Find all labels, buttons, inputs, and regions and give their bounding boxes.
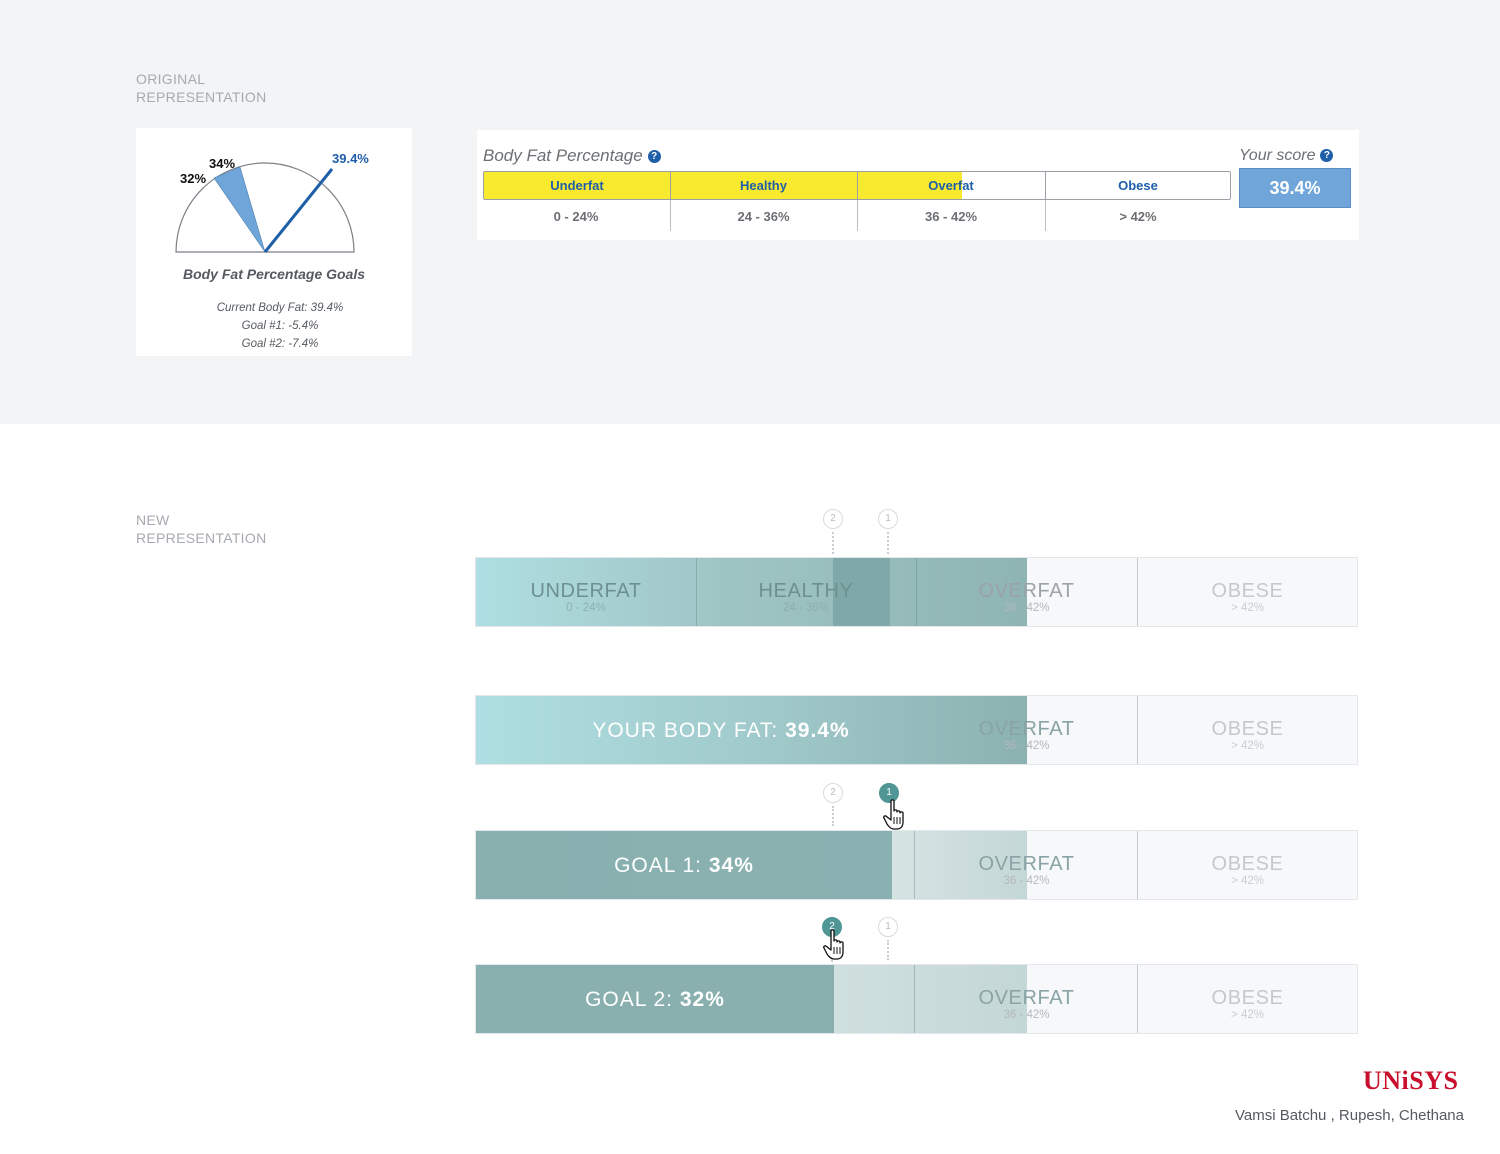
- score-title: Your score?: [1239, 147, 1334, 165]
- category-overfat: OVERFAT: [978, 853, 1075, 875]
- category-obese: OBESE: [1211, 987, 1284, 1009]
- gauge-label-current: 39.4%: [332, 151, 369, 166]
- bar-title: Body Fat Percentage?: [483, 146, 661, 166]
- marker-guide: [887, 940, 889, 960]
- category-divider: [914, 831, 915, 899]
- category-obese-range: > 42%: [1231, 875, 1264, 887]
- category-bar: UNDERFAT 0 - 24% HEALTHY 24 - 36% OVERFA…: [475, 557, 1358, 627]
- new-section-label: NEW REPRESENTATION: [136, 512, 267, 546]
- goal-1-marker[interactable]: 1: [878, 917, 898, 937]
- gauge-line-current: Current Body Fat: 39.4%: [216, 302, 344, 314]
- category-divider: [914, 965, 915, 1033]
- segment-overfat: Overfat: [928, 178, 974, 193]
- range-obese: > 42%: [1119, 209, 1157, 224]
- category-overfat-range: 36 - 42%: [1003, 875, 1050, 887]
- category-obese-range: > 42%: [1231, 740, 1264, 752]
- original-bar-card: Body Fat Percentage? Your score? 39.4% U…: [477, 130, 1359, 240]
- gauge-chart: 32% 34% 39.4%: [175, 151, 369, 253]
- segment-obese: Obese: [1118, 178, 1158, 193]
- category-obese-range: > 42%: [1231, 602, 1264, 614]
- score-value: 39.4%: [1239, 168, 1351, 208]
- category-overfat-range: 36 - 42%: [1003, 740, 1050, 752]
- credits: Vamsi Batchu , Rupesh, Chethana: [1234, 1107, 1464, 1124]
- range-healthy: 24 - 36%: [737, 209, 790, 224]
- marker-guide: [887, 532, 889, 554]
- category-obese: OBESE: [1211, 853, 1284, 875]
- category-obese-range: > 42%: [1231, 1009, 1264, 1021]
- category-healthy: HEALTHY: [758, 580, 854, 602]
- help-icon[interactable]: ?: [1320, 149, 1334, 162]
- your-body-fat-label: YOUR BODY FAT: 39.4%: [592, 719, 850, 742]
- goal-2-bar: OVERFAT 36 - 42% OBESE > 42% GOAL 2: 32%: [475, 964, 1358, 1034]
- hand-cursor-icon: [883, 799, 904, 830]
- goal-1-label: GOAL 1: 34%: [614, 854, 754, 877]
- current-needle: [263, 168, 334, 253]
- gauge-line-goal1: Goal #1: -5.4%: [241, 320, 319, 332]
- category-overfat-range: 36 - 42%: [1003, 1009, 1050, 1021]
- range-underfat: 0 - 24%: [553, 209, 599, 224]
- original-range-bar: Underfat Healthy Overfat Obese: [483, 171, 1231, 200]
- help-icon[interactable]: ?: [647, 150, 661, 163]
- gauge-caption: Body Fat Percentage Goals: [182, 266, 366, 282]
- gauge-label-goal2: 32%: [180, 171, 206, 186]
- goal-2-marker[interactable]: 2: [823, 509, 843, 529]
- gauge-card: 32% 34% 39.4% Body Fat Percentage Goals …: [136, 128, 412, 356]
- category-obese: OBESE: [1211, 718, 1284, 740]
- category-overfat: OVERFAT: [978, 580, 1075, 602]
- category-overfat: OVERFAT: [978, 987, 1075, 1009]
- goal-2-marker[interactable]: 2: [823, 783, 843, 803]
- segment-underfat: Underfat: [550, 178, 604, 193]
- goal-wedge: [213, 166, 266, 253]
- category-obese: OBESE: [1211, 580, 1284, 602]
- gauge-details: Current Body Fat: 39.4% Goal #1: -5.4% G…: [136, 299, 424, 353]
- segment-healthy: Healthy: [740, 178, 787, 193]
- marker-guide: [832, 806, 834, 826]
- gauge-line-goal2: Goal #2: -7.4%: [241, 338, 319, 350]
- category-underfat: UNDERFAT: [530, 580, 642, 602]
- range-overfat: 36 - 42%: [924, 209, 978, 224]
- goal-1-marker[interactable]: 1: [878, 509, 898, 529]
- category-healthy-range: 24 - 36%: [782, 602, 830, 614]
- category-overfat-range: 36 - 42%: [1003, 602, 1050, 614]
- category-overfat: OVERFAT: [978, 718, 1075, 740]
- goal-1-bar: OVERFAT 36 - 42% OBESE > 42% GOAL 1: 34%: [475, 830, 1358, 900]
- unisys-logo: UNiSYS: [1363, 1066, 1459, 1095]
- your-body-fat-bar: OVERFAT 36 - 42% OBESE > 42% YOUR BODY F…: [475, 695, 1358, 765]
- original-section-label: ORIGINAL REPRESENTATION: [136, 71, 267, 105]
- category-underfat-range: 0 - 24%: [566, 602, 606, 614]
- marker-guide: [832, 532, 834, 554]
- goal-2-label: GOAL 2: 32%: [585, 988, 725, 1011]
- hand-cursor-icon: [823, 929, 844, 960]
- gauge-label-goal1: 34%: [209, 156, 235, 171]
